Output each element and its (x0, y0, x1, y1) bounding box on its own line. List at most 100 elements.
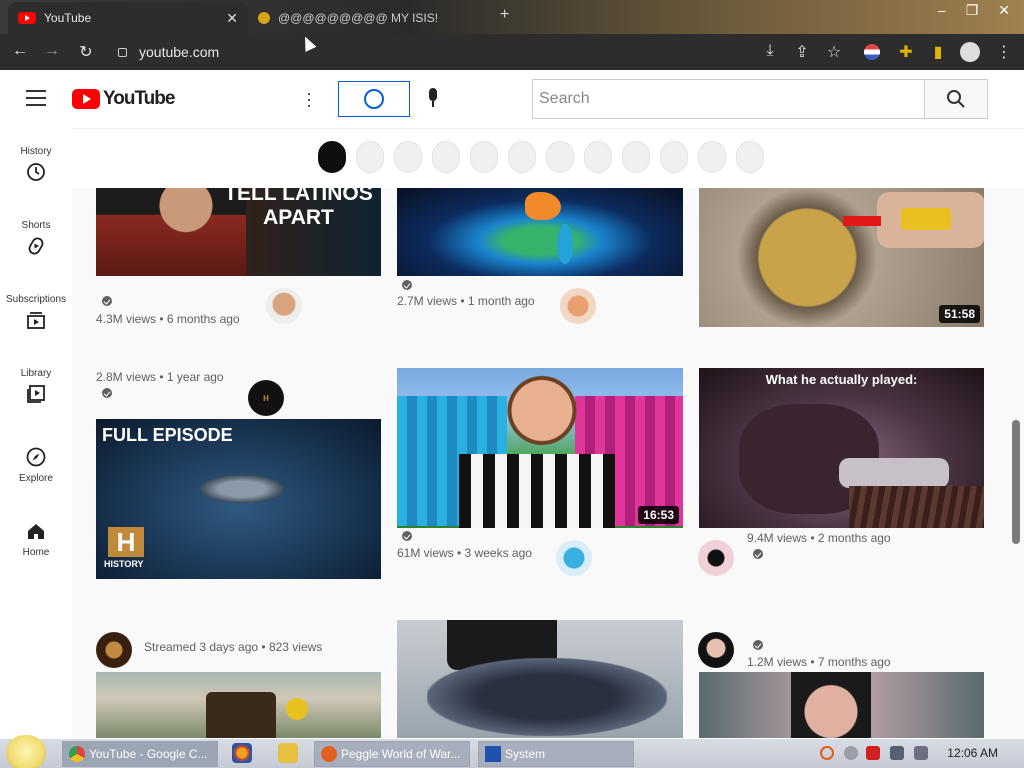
taskbar-clock[interactable]: 12:06 AM (947, 746, 998, 760)
verified-icon (402, 280, 412, 290)
verified-icon (102, 296, 112, 306)
flag-tray-icon[interactable] (866, 746, 880, 760)
taskbar-task-system[interactable]: System (478, 741, 634, 767)
chip[interactable] (394, 141, 422, 173)
chip[interactable] (508, 141, 536, 173)
youtube-logo-icon (72, 89, 100, 109)
search-button[interactable] (924, 79, 988, 119)
taskbar-task-peggle[interactable]: Peggle World of War... (314, 741, 470, 767)
search-icon (947, 90, 965, 108)
inactive-tab-title: @@@@@@@@@ MY ISIS! (278, 11, 439, 25)
video-thumbnail[interactable]: 51:58 (699, 188, 984, 327)
taskbar-task-label: YouTube - Google C... (89, 747, 208, 761)
maximize-icon[interactable]: ❐ (966, 2, 979, 19)
channel-avatar[interactable] (556, 540, 592, 576)
taskbar-task-chrome[interactable]: YouTube - Google C... (62, 741, 218, 767)
video-meta: 9.4M views • 2 months ago (747, 531, 891, 545)
library-icon (27, 385, 45, 403)
start-button[interactable] (6, 735, 46, 768)
verified-icon (753, 640, 763, 650)
profile-avatar-icon[interactable] (960, 42, 980, 62)
channel-avatar[interactable] (698, 632, 734, 668)
sidebar-item-explore[interactable]: Explore (0, 442, 72, 484)
window-controls: – ❐ ✕ (938, 2, 1010, 19)
back-icon[interactable]: ← (10, 42, 30, 60)
video-thumbnail[interactable]: FULL EPISODE H HISTORY (96, 419, 381, 579)
referee-shirt (459, 454, 615, 528)
sign-in-button[interactable] (338, 81, 410, 117)
voice-search-icon[interactable] (426, 88, 440, 110)
video-thumbnail[interactable] (699, 672, 984, 738)
extension-flag-icon[interactable] (864, 44, 880, 60)
channel-avatar[interactable] (266, 288, 302, 324)
close-window-icon[interactable]: ✕ (998, 2, 1010, 19)
sidebar-item-history[interactable]: History (0, 146, 72, 186)
browser-menu-icon[interactable]: ⋮ (994, 42, 1014, 62)
sidebar-item-label: Subscriptions (5, 294, 67, 305)
chip[interactable] (432, 141, 460, 173)
channel-avatar[interactable] (560, 288, 596, 324)
browser-toolbar: ← → ↻ youtube.com ⤓ ⇪ ☆ ✚ ▮ ⋮ (0, 34, 1024, 70)
video-thumbnail[interactable] (96, 672, 381, 738)
logo-text: YouTube (103, 88, 175, 109)
chip[interactable] (736, 141, 764, 173)
sidebar-item-library[interactable]: Library (0, 368, 72, 408)
youtube-page: YouTube · · · Search History Shorts Subs… (0, 70, 1024, 738)
firefox-icon[interactable] (232, 743, 252, 763)
channel-avatar[interactable] (96, 632, 132, 668)
minimize-icon[interactable]: – (938, 2, 946, 19)
browser-tab-bar: YouTube ✕ @@@@@@@@@ MY ISIS! + – ❐ ✕ (0, 0, 1024, 34)
sidebar-item-home[interactable]: Home (0, 516, 72, 558)
thumbnail-caption: TELL LATINOS APART (224, 188, 373, 229)
strings-shape (849, 486, 984, 528)
install-icon[interactable]: ⤓ (760, 42, 780, 60)
video-thumbnail[interactable] (397, 620, 683, 738)
tab-inactive[interactable]: @@@@@@@@@ MY ISIS! (258, 8, 498, 28)
sidebar-item-shorts[interactable]: Shorts (0, 220, 72, 260)
sidebar: History Shorts Subscriptions Library Exp… (0, 128, 72, 738)
video-meta: 2.8M views • 1 year ago (96, 370, 224, 384)
extensions-puzzle-icon[interactable]: ✚ (896, 42, 916, 62)
video-thumbnail[interactable]: TELL LATINOS APART (96, 188, 381, 276)
youtube-logo[interactable]: YouTube (72, 88, 175, 110)
share-icon[interactable]: ⇪ (792, 42, 812, 62)
menu-icon[interactable] (26, 90, 46, 106)
chip[interactable] (660, 141, 688, 173)
video-meta: Streamed 3 days ago • 823 views (144, 640, 323, 654)
search-tray-icon[interactable] (820, 746, 834, 760)
video-thumbnail[interactable]: What he actually played: (699, 368, 984, 528)
compass-icon (26, 447, 46, 467)
status-tray-icon[interactable] (844, 746, 858, 760)
chip[interactable] (546, 141, 574, 173)
side-panel-icon[interactable]: ▮ (928, 42, 948, 62)
url-text: youtube.com (139, 44, 220, 60)
sidebar-item-label: Library (20, 368, 52, 379)
new-tab-icon[interactable]: + (500, 6, 509, 24)
settings-kebab-icon[interactable]: · · · (306, 84, 312, 114)
chip[interactable] (622, 141, 650, 173)
reload-icon[interactable]: ↻ (76, 42, 96, 62)
page-scrollbar[interactable] (1012, 420, 1020, 544)
tab-youtube[interactable]: YouTube ✕ (8, 2, 248, 34)
forward-icon[interactable]: → (42, 42, 62, 60)
chip[interactable] (584, 141, 612, 173)
bookmark-star-icon[interactable]: ☆ (824, 42, 844, 62)
channel-avatar[interactable] (698, 540, 734, 576)
folder-icon[interactable] (278, 743, 298, 763)
close-tab-icon[interactable]: ✕ (226, 10, 238, 27)
history-channel-avatar[interactable]: H (248, 380, 284, 416)
chip[interactable] (470, 141, 498, 173)
network-tray-icon[interactable] (890, 746, 904, 760)
volume-tray-icon[interactable] (914, 746, 928, 760)
chip[interactable] (356, 141, 384, 173)
fish-shape (427, 658, 667, 736)
search-input[interactable]: Search (532, 79, 925, 119)
gold-bar-shape (901, 208, 951, 230)
chip-all[interactable] (318, 141, 346, 173)
sidebar-item-subscriptions[interactable]: Subscriptions (0, 294, 72, 334)
video-thumbnail[interactable] (397, 188, 683, 276)
system-icon (485, 746, 501, 762)
category-chips (72, 128, 1024, 188)
video-thumbnail[interactable]: 16:53 (397, 368, 683, 528)
chip[interactable] (698, 141, 726, 173)
